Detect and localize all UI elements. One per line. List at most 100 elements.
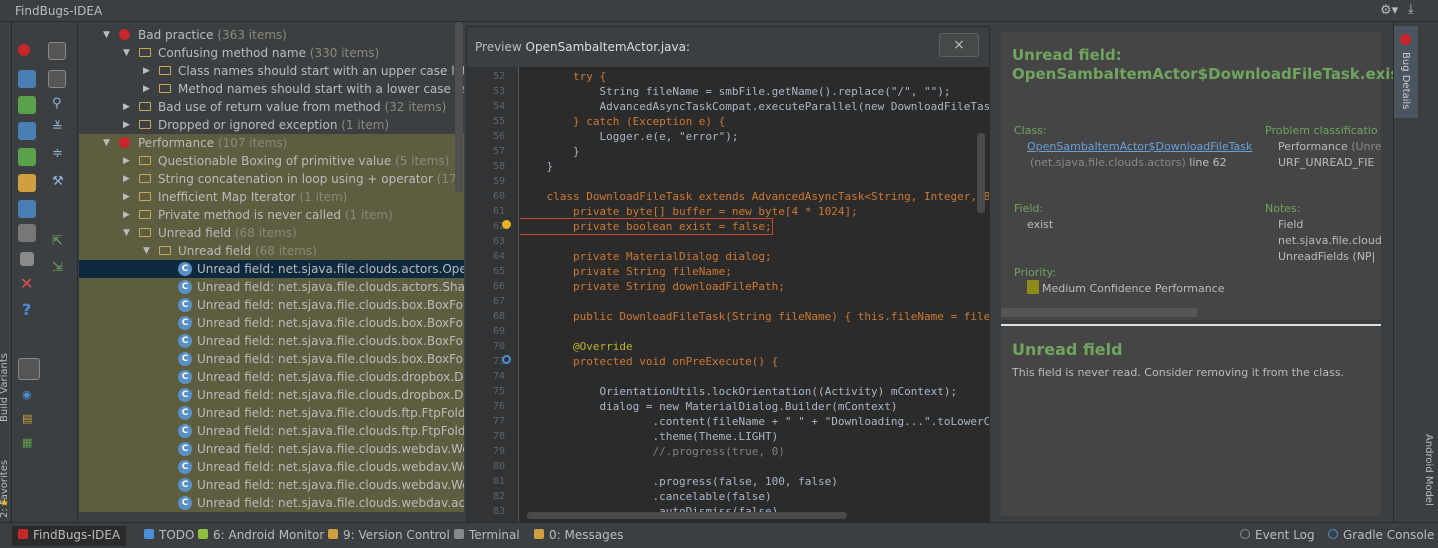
settings-gear-icon[interactable]: ⚙▾ bbox=[1380, 3, 1398, 18]
tree-category-item[interactable]: ▶ Dropped or ignored exception (1 item) bbox=[79, 116, 464, 134]
group-icon[interactable]: ▦ bbox=[22, 436, 32, 449]
collapse-arrow-icon[interactable]: ▶ bbox=[123, 188, 130, 206]
bug-details-tab[interactable]: Bug Details bbox=[1394, 26, 1418, 118]
notes-label: Notes: bbox=[1265, 202, 1301, 215]
collapse-arrow-icon[interactable]: ▶ bbox=[123, 98, 130, 116]
preview-title: Preview OpenSambaItemActor.java: bbox=[475, 40, 690, 54]
tree-bug-item[interactable]: C Unread field: net.sjava.file.clouds.ftp… bbox=[79, 422, 464, 440]
tree-category-item[interactable]: ▶ String concatenation in loop using + op… bbox=[79, 170, 464, 188]
description-text: This field is never read. Consider remov… bbox=[1012, 366, 1345, 379]
tree-category-item[interactable]: ▶ Inefficient Map Iterator (1 item) bbox=[79, 188, 464, 206]
status-tab[interactable]: 9: Version Control bbox=[328, 528, 450, 542]
tree-category-item[interactable]: ▼ Confusing method name (330 items) bbox=[79, 44, 464, 62]
tree-scrollbar[interactable] bbox=[455, 22, 463, 192]
tree-bug-item[interactable]: C Unread field: net.sjava.file.clouds.box… bbox=[79, 332, 464, 350]
tree-bug-item[interactable]: C Unread field: net.sjava.file.clouds.box… bbox=[79, 314, 464, 332]
analyze-scope-icon[interactable] bbox=[18, 148, 36, 166]
stop-icon[interactable] bbox=[20, 252, 34, 266]
tree-category-item[interactable]: ▼ Unread field (68 items) bbox=[79, 224, 464, 242]
export-results-icon[interactable]: ⇲ bbox=[52, 260, 63, 275]
collapse-arrow-icon[interactable]: ▶ bbox=[143, 80, 150, 98]
status-tab[interactable]: 0: Messages bbox=[534, 528, 623, 542]
import-icon[interactable]: ⇱ bbox=[52, 234, 63, 249]
hide-panel-icon[interactable]: ⤓ bbox=[1408, 2, 1414, 17]
expand-arrow-icon[interactable]: ▼ bbox=[123, 44, 130, 62]
zoom-icon[interactable]: ⚲ bbox=[52, 96, 62, 111]
tree-bug-item[interactable]: C Unread field: net.sjava.file.clouds.box… bbox=[79, 350, 464, 368]
lightbulb-icon[interactable] bbox=[502, 220, 511, 229]
notes-line-2: net.sjava.file.clouds bbox=[1278, 234, 1381, 247]
expand-all-icon[interactable]: ≚ bbox=[52, 120, 63, 135]
code-line: .progress(false, 100, false) bbox=[520, 475, 838, 488]
close-icon[interactable]: ✕ bbox=[20, 274, 33, 293]
close-preview-button[interactable]: × bbox=[939, 33, 979, 57]
expand-arrow-icon[interactable]: ▼ bbox=[123, 224, 130, 242]
tree-item-label: Performance (107 items) bbox=[138, 134, 287, 152]
tree-item-count: (107 items) bbox=[217, 136, 288, 150]
tree-category-item[interactable]: ▶ Bad use of return value from method (32… bbox=[79, 98, 464, 116]
tree-category-item[interactable]: ▶ Private method is never called (1 item) bbox=[79, 206, 464, 224]
status-tab[interactable]: Terminal bbox=[454, 528, 520, 542]
tree-bug-item[interactable]: C Unread field: net.sjava.file.clouds.box… bbox=[79, 296, 464, 314]
code-editor[interactable]: try { String fileName = smbFile.getName(… bbox=[520, 67, 989, 523]
find-icon[interactable] bbox=[48, 70, 66, 88]
android-model-tab[interactable]: Android Model bbox=[1423, 434, 1434, 506]
expand-arrow-icon[interactable]: ▼ bbox=[103, 26, 110, 44]
collapse-arrow-icon[interactable]: ▶ bbox=[123, 206, 130, 224]
findbugs-small-icon[interactable] bbox=[18, 358, 40, 380]
status-right-tab[interactable]: Gradle Console bbox=[1328, 528, 1434, 542]
help-icon[interactable]: ? bbox=[22, 300, 31, 319]
tree-category-item[interactable]: ▶ Questionable Boxing of primitive value … bbox=[79, 152, 464, 170]
tree-category-item[interactable]: ▼ Performance (107 items) bbox=[79, 134, 464, 152]
analyze-scheduled-icon[interactable] bbox=[18, 224, 36, 242]
override-marker-icon[interactable] bbox=[502, 355, 511, 364]
line-number: 54 bbox=[492, 101, 505, 112]
vertical-scrollbar[interactable] bbox=[977, 133, 985, 213]
analyze-project-icon[interactable] bbox=[18, 174, 36, 192]
tree-bug-item[interactable]: C Unread field: net.sjava.file.clouds.dro… bbox=[79, 386, 464, 404]
class-package: (net.sjava.file.clouds.actors) bbox=[1030, 156, 1186, 169]
tree-bug-item[interactable]: C Unread field: net.sjava.file.clouds.web… bbox=[79, 494, 464, 512]
horizontal-scrollbar[interactable] bbox=[527, 512, 847, 519]
bug-category-icon bbox=[119, 29, 130, 40]
tree-bug-item[interactable]: C Unread field: net.sjava.file.clouds.ftp… bbox=[79, 404, 464, 422]
bug-description-panel: Unread field This field is never read. C… bbox=[1001, 324, 1381, 516]
analyze-file-bug-icon[interactable] bbox=[18, 44, 30, 56]
status-tab[interactable]: FindBugs-IDEA bbox=[12, 526, 127, 546]
build-variants-tab[interactable]: Build Variants bbox=[0, 353, 10, 422]
tree-bug-item[interactable]: C Unread field: net.sjava.file.clouds.act… bbox=[79, 260, 464, 278]
status-tab[interactable]: TODO bbox=[144, 528, 194, 542]
tree-item-count: (5 items) bbox=[395, 154, 450, 168]
tree-bug-item[interactable]: C Unread field: net.sjava.file.clouds.web… bbox=[79, 458, 464, 476]
status-right-tab[interactable]: Event Log bbox=[1240, 528, 1315, 542]
bug-summary-panel: Unread field: OpenSambaItemActor$Downloa… bbox=[1001, 32, 1407, 320]
tree-bug-item[interactable]: C Unread field: net.sjava.file.clouds.act… bbox=[79, 278, 464, 296]
cloud-icon[interactable]: ◉ bbox=[22, 388, 32, 401]
analyze-class-icon[interactable] bbox=[18, 70, 36, 88]
tree-category-item[interactable]: ▶ Method names should start with a lower … bbox=[79, 80, 464, 98]
details-scrollbar[interactable] bbox=[1001, 308, 1197, 317]
collapse-arrow-icon[interactable]: ▶ bbox=[123, 170, 130, 188]
analyze-changes-icon[interactable] bbox=[18, 200, 36, 218]
collapse-arrow-icon[interactable]: ▶ bbox=[143, 62, 150, 80]
analyze-module-icon[interactable] bbox=[18, 122, 36, 140]
folder-small-icon[interactable]: ▤ bbox=[22, 412, 32, 425]
tree-category-item[interactable]: ▼ Unread field (68 items) bbox=[79, 242, 464, 260]
export-icon[interactable] bbox=[48, 42, 66, 60]
tree-bug-item[interactable]: C Unread field: net.sjava.file.clouds.web… bbox=[79, 476, 464, 494]
collapse-arrow-icon[interactable]: ▶ bbox=[123, 116, 130, 134]
tree-category-item[interactable]: ▼ Bad practice (363 items) bbox=[79, 26, 464, 44]
settings-wrench-icon[interactable]: ⚒ bbox=[52, 174, 64, 189]
expand-arrow-icon[interactable]: ▼ bbox=[143, 242, 150, 260]
folder-icon bbox=[139, 228, 151, 237]
tree-bug-item[interactable]: C Unread field: net.sjava.file.clouds.web… bbox=[79, 440, 464, 458]
expand-arrow-icon[interactable]: ▼ bbox=[103, 134, 110, 152]
tree-bug-item[interactable]: C Unread field: net.sjava.file.clouds.dro… bbox=[79, 368, 464, 386]
collapse-all-icon[interactable]: ≑ bbox=[52, 146, 63, 161]
tree-category-item[interactable]: ▶ Class names should start with an upper … bbox=[79, 62, 464, 80]
status-tab[interactable]: 6: Android Monitor bbox=[198, 528, 324, 542]
analyze-package-icon[interactable] bbox=[18, 96, 36, 114]
class-link[interactable]: OpenSambaItemActor$DownloadFileTask bbox=[1027, 140, 1252, 153]
collapse-arrow-icon[interactable]: ▶ bbox=[123, 152, 130, 170]
favorites-tab[interactable]: 2: Favorites bbox=[0, 460, 10, 518]
